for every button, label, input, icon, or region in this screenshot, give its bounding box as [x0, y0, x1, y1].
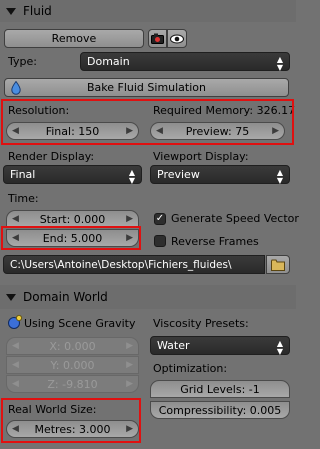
resolution-highlight-box — [1, 99, 294, 145]
generate-speed-vector-checkbox[interactable]: ✓ — [154, 213, 166, 225]
type-select[interactable]: Domain ▲ ▼ — [80, 52, 290, 72]
time-label: Time: — [8, 192, 39, 205]
camera-icon — [151, 33, 164, 44]
fluid-panel-header[interactable]: Fluid — [0, 0, 296, 22]
domain-world-panel-header[interactable]: Domain World — [0, 285, 296, 309]
gravity-z-value: Z: -9.810 — [47, 377, 98, 391]
increment-arrow-icon: ▶ — [126, 341, 133, 351]
domain-world-panel-title: Domain World — [23, 290, 108, 304]
cache-path-input[interactable]: C:\Users\Antoine\Desktop\Fichiers_fluide… — [3, 255, 265, 274]
gravity-x-value: X: 0.000 — [49, 339, 96, 353]
updown-arrows-icon: ▲ ▼ — [276, 168, 283, 185]
bake-fluid-button[interactable]: Bake Fluid Simulation — [4, 78, 289, 97]
render-display-label: Render Display: — [8, 150, 95, 163]
viewport-toggle[interactable] — [167, 29, 187, 48]
updown-arrows-icon: ▲ ▼ — [128, 168, 135, 185]
render-display-select[interactable]: Final ▲ ▼ — [3, 165, 142, 185]
time-start-value: Start: 0.000 — [39, 212, 106, 226]
collapse-triangle-icon[interactable] — [6, 293, 16, 301]
decrement-arrow-icon[interactable]: ◀ — [12, 214, 19, 224]
decrement-arrow-icon: ◀ — [12, 341, 19, 351]
updown-arrows-icon: ▲ ▼ — [276, 339, 283, 356]
remove-button[interactable]: Remove — [4, 29, 144, 48]
collapse-triangle-icon[interactable] — [6, 7, 16, 15]
reverse-frames-checkbox[interactable] — [154, 235, 166, 247]
eye-icon — [170, 34, 184, 43]
viewport-display-label: Viewport Display: — [153, 150, 249, 163]
compressibility-field[interactable]: Compressibility: 0.005 — [150, 401, 290, 419]
viscosity-presets-select[interactable]: Water ▲ ▼ — [150, 336, 290, 356]
decrement-arrow-icon: ◀ — [12, 379, 19, 389]
browse-folder-button[interactable] — [266, 255, 290, 274]
scene-gravity-icon — [8, 314, 23, 329]
grid-levels-field[interactable]: Grid Levels: -1 — [150, 380, 290, 398]
viscosity-presets-value: Water — [157, 339, 190, 352]
time-end-highlight-box — [1, 226, 141, 250]
updown-arrows-icon: ▲ ▼ — [276, 55, 283, 72]
increment-arrow-icon: ▶ — [126, 379, 133, 389]
cache-path-value: C:\Users\Antoine\Desktop\Fichiers_fluide… — [10, 258, 232, 271]
folder-icon — [270, 259, 285, 271]
droplet-icon — [11, 81, 21, 95]
type-select-value: Domain — [87, 55, 130, 68]
grid-levels-value: Grid Levels: -1 — [180, 382, 260, 396]
viewport-display-select[interactable]: Preview ▲ ▼ — [150, 165, 290, 185]
optimization-label: Optimization: — [153, 362, 228, 375]
increment-arrow-icon[interactable]: ▶ — [126, 214, 133, 224]
reverse-frames-label: Reverse Frames — [171, 235, 259, 248]
gravity-x-field: ◀ X: 0.000 ▶ — [6, 337, 139, 355]
render-toggle[interactable] — [148, 29, 167, 48]
viscosity-presets-label: Viscosity Presets: — [153, 317, 249, 330]
bake-fluid-label: Bake Fluid Simulation — [86, 81, 206, 94]
using-scene-gravity-label: Using Scene Gravity — [24, 317, 136, 330]
gravity-z-field: ◀ Z: -9.810 ▶ — [6, 375, 139, 393]
type-label: Type: — [8, 55, 37, 68]
real-world-size-highlight-box — [1, 398, 141, 443]
decrement-arrow-icon: ◀ — [12, 360, 19, 370]
gravity-y-field: ◀ Y: 0.000 ▶ — [6, 356, 139, 374]
increment-arrow-icon: ▶ — [126, 360, 133, 370]
gravity-y-value: Y: 0.000 — [50, 358, 95, 372]
compressibility-value: Compressibility: 0.005 — [158, 403, 282, 417]
generate-speed-vector-label: Generate Speed Vector — [171, 212, 299, 225]
render-display-value: Final — [10, 168, 36, 181]
viewport-display-value: Preview — [157, 168, 200, 181]
fluid-panel-title: Fluid — [23, 4, 52, 18]
